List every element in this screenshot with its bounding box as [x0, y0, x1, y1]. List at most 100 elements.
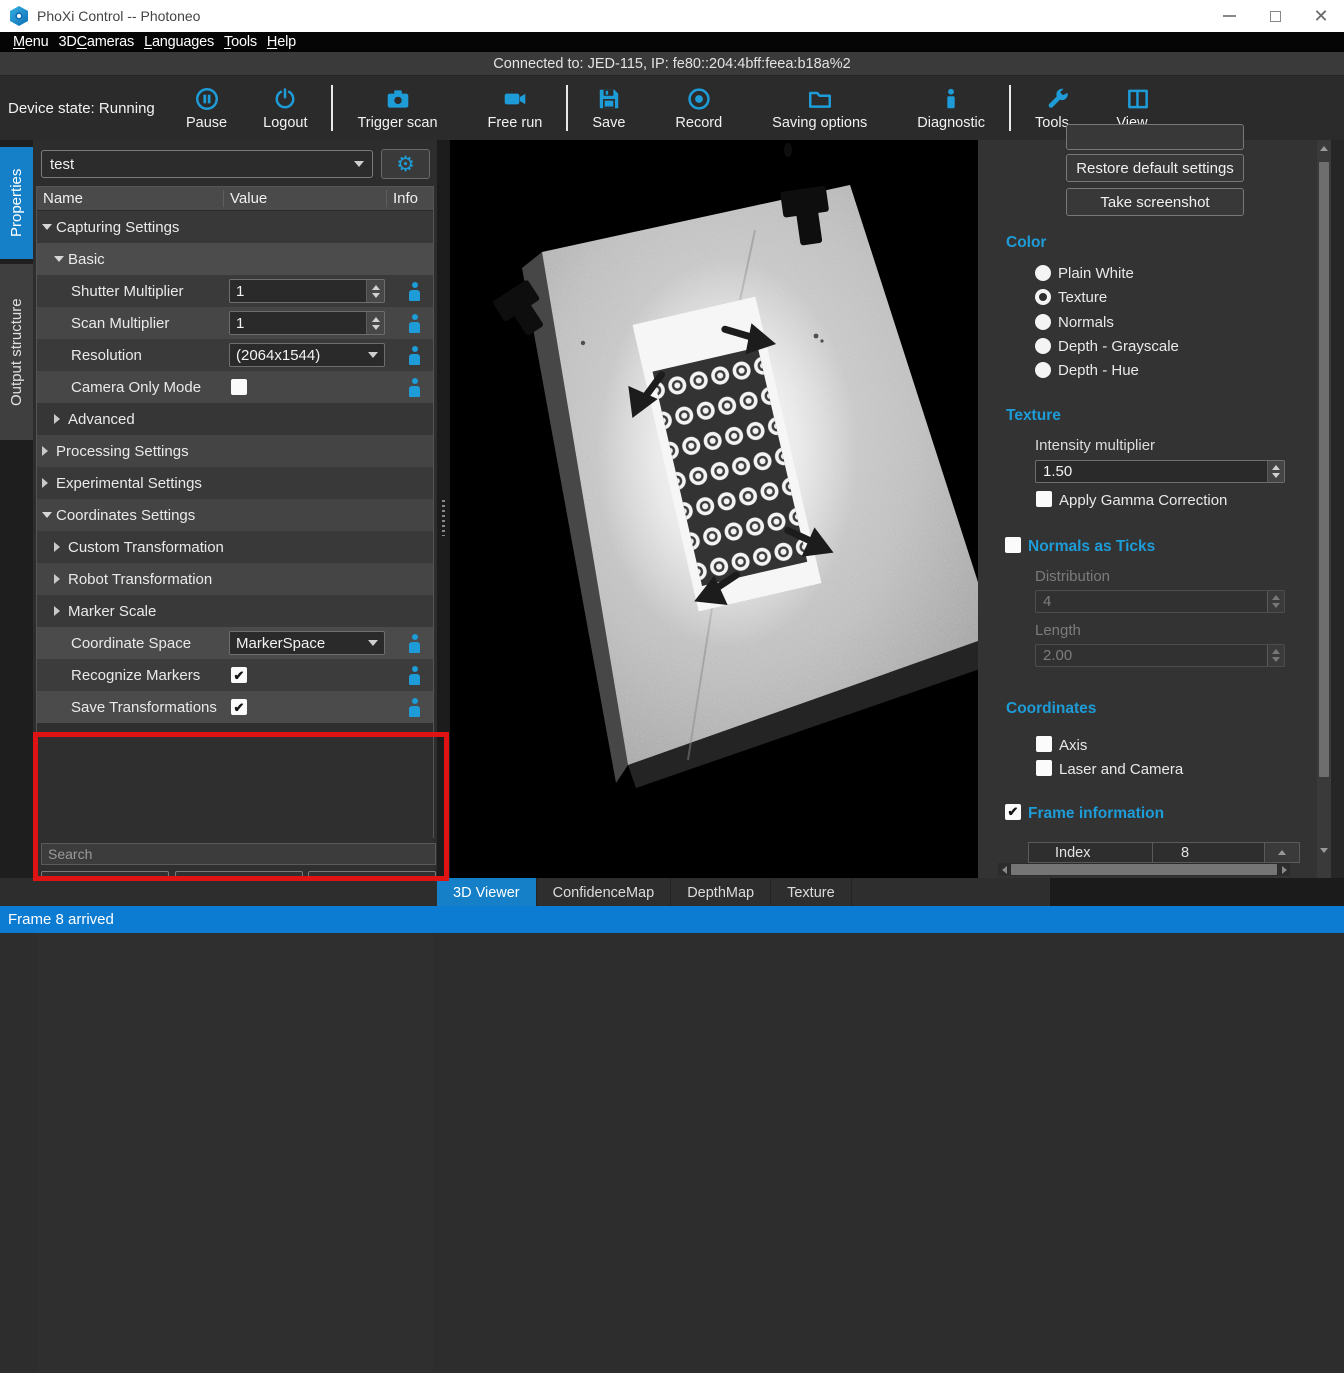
prop-group-marker-scale[interactable]: Marker Scale — [37, 595, 433, 627]
scrollbar-thumb[interactable] — [1011, 864, 1277, 875]
maximize-button[interactable] — [1252, 0, 1298, 32]
info-icon[interactable] — [408, 634, 421, 653]
tab-depthmap[interactable]: DepthMap — [671, 878, 771, 908]
scroll-up-icon[interactable] — [1317, 142, 1331, 154]
table-header: Name Value Info — [37, 187, 433, 211]
apply-gamma-correction-checkbox[interactable] — [1036, 491, 1052, 507]
radio-depth-grayscale[interactable] — [1035, 338, 1051, 354]
info-icon[interactable] — [408, 346, 421, 365]
resolution-dropdown[interactable]: (2064x1544) — [229, 343, 385, 367]
tab-3d-viewer[interactable]: 3D Viewer — [437, 878, 537, 908]
info-icon[interactable] — [408, 378, 421, 397]
prop-group-custom-transformation[interactable]: Custom Transformation — [37, 531, 433, 563]
radio-label[interactable]: Depth - Hue — [1058, 362, 1139, 379]
prop-group-coordinates-settings[interactable]: Coordinates Settings — [37, 499, 433, 531]
search-input[interactable] — [41, 843, 436, 865]
texture-section-title: Texture — [1006, 407, 1061, 425]
take-screenshot-button[interactable]: Take screenshot — [1066, 188, 1244, 216]
prop-group-robot-transformation[interactable]: Robot Transformation — [37, 563, 433, 595]
radio-label[interactable]: Texture — [1058, 289, 1107, 306]
info-icon[interactable] — [408, 282, 421, 301]
3d-viewer[interactable] — [450, 140, 978, 878]
radio-label[interactable]: Normals — [1058, 314, 1114, 331]
trigger-scan-button[interactable]: Trigger scan — [339, 78, 455, 138]
horizontal-scrollbar[interactable] — [998, 863, 1290, 876]
menu-item-tools[interactable]: Tools — [219, 34, 262, 50]
cropped-top-button[interactable] — [1066, 124, 1244, 150]
pause-button[interactable]: Pause — [168, 78, 245, 138]
coordinate-space-dropdown[interactable]: MarkerSpace — [229, 631, 385, 655]
saving-options-button[interactable]: Saving options — [754, 78, 885, 138]
folder-icon — [807, 86, 833, 112]
intensity-multiplier-label: Intensity multiplier — [1035, 437, 1155, 454]
profile-settings-button[interactable]: ⚙ — [381, 149, 430, 179]
apply-gamma-correction-label[interactable]: Apply Gamma Correction — [1059, 492, 1227, 509]
menu-item-languages[interactable]: Languages — [139, 34, 219, 50]
radio-label[interactable]: Depth - Grayscale — [1058, 338, 1179, 355]
scrollbar-thumb[interactable] — [1319, 162, 1329, 777]
normals-as-ticks-checkbox[interactable] — [1005, 537, 1021, 553]
radio-plain-white[interactable] — [1035, 265, 1051, 281]
spin-arrows-icon[interactable] — [1267, 461, 1284, 482]
menu-bar: Menu 3DCameras Languages Tools Help — [0, 32, 1344, 52]
prop-group-capturing-settings[interactable]: Capturing Settings — [37, 211, 433, 243]
axis-label[interactable]: Axis — [1059, 737, 1087, 754]
intensity-multiplier-spinbox[interactable]: 1.50 — [1035, 460, 1285, 483]
free-run-button[interactable]: Free run — [470, 78, 561, 138]
frame-information-label[interactable]: Frame information — [1028, 805, 1164, 823]
bottom-right-filler — [1050, 878, 1344, 908]
info-icon[interactable] — [408, 666, 421, 685]
coordinates-section-title: Coordinates — [1006, 700, 1096, 718]
splitter-grip-icon — [442, 500, 445, 536]
diagnostic-button[interactable]: Diagnostic — [899, 78, 1003, 138]
radio-label[interactable]: Plain White — [1058, 265, 1134, 282]
vertical-scrollbar[interactable] — [1317, 140, 1331, 908]
spin-arrows-icon[interactable] — [369, 280, 382, 302]
tab-properties[interactable]: Properties — [0, 147, 33, 259]
collapsed-arrow-icon — [54, 414, 60, 424]
tab-texture[interactable]: Texture — [771, 878, 852, 908]
shutter-multiplier-spinbox[interactable]: 1 — [229, 279, 385, 303]
logout-button[interactable]: Logout — [245, 78, 325, 138]
restore-default-settings-button[interactable]: Restore default settings — [1066, 154, 1244, 182]
scroll-right-icon[interactable] — [1278, 863, 1290, 876]
laser-and-camera-label[interactable]: Laser and Camera — [1059, 761, 1183, 778]
radio-depth-hue[interactable] — [1035, 362, 1051, 378]
menu-item-3dcameras[interactable]: 3DCameras — [53, 34, 139, 50]
close-button[interactable]: ✕ — [1298, 0, 1344, 32]
scroll-down-icon[interactable] — [1317, 844, 1331, 856]
profile-select[interactable]: test — [41, 150, 373, 178]
table-scroll-up-button[interactable] — [1265, 843, 1299, 862]
radio-normals[interactable] — [1035, 314, 1051, 330]
menu-item-menu[interactable]: Menu — [8, 34, 53, 50]
record-button[interactable]: Record — [657, 78, 740, 138]
right-edge-strip — [1331, 140, 1344, 908]
prop-group-processing-settings[interactable]: Processing Settings — [37, 435, 433, 467]
radio-texture[interactable] — [1035, 289, 1051, 305]
camera-only-mode-checkbox[interactable] — [231, 379, 247, 395]
recognize-markers-checkbox[interactable]: ✔ — [231, 667, 247, 683]
save-button[interactable]: Save — [574, 78, 643, 138]
gear-icon: ⚙ — [396, 154, 415, 175]
info-icon[interactable] — [408, 314, 421, 333]
tab-confidencemap[interactable]: ConfidenceMap — [537, 878, 672, 908]
prop-group-experimental-settings[interactable]: Experimental Settings — [37, 467, 433, 499]
scroll-left-icon[interactable] — [998, 863, 1010, 876]
frame-information-checkbox[interactable]: ✔ — [1005, 804, 1021, 820]
info-icon[interactable] — [408, 698, 421, 717]
tab-output-structure[interactable]: Output structure — [0, 264, 33, 440]
prop-group-advanced[interactable]: Advanced — [37, 403, 433, 435]
menu-item-help[interactable]: Help — [262, 34, 301, 50]
laser-and-camera-checkbox[interactable] — [1036, 760, 1052, 776]
collapsed-arrow-icon — [54, 542, 60, 552]
save-transformations-checkbox[interactable]: ✔ — [231, 699, 247, 715]
frame-info-table: Index 8 — [1028, 842, 1300, 863]
minimize-button[interactable] — [1206, 0, 1252, 32]
normals-as-ticks-label[interactable]: Normals as Ticks — [1028, 538, 1155, 556]
axis-checkbox[interactable] — [1036, 736, 1052, 752]
3d-scan-scene — [450, 140, 978, 878]
panel-splitter[interactable] — [437, 140, 450, 908]
spin-arrows-icon[interactable] — [369, 312, 382, 334]
prop-group-basic[interactable]: Basic — [37, 243, 433, 275]
scan-multiplier-spinbox[interactable]: 1 — [229, 311, 385, 335]
